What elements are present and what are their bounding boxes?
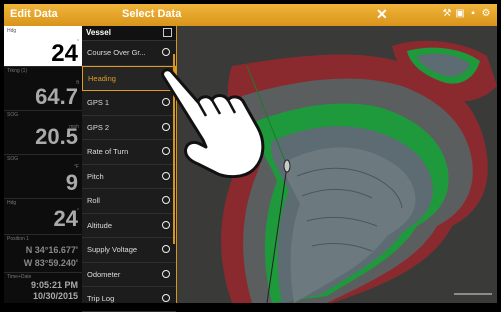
- data-cell-label: Position 1: [7, 236, 29, 242]
- data-cell-label: Hdg: [7, 200, 17, 206]
- data-cell-value: 9: [65, 170, 78, 195]
- menu-item-label: GPS 1: [87, 98, 110, 107]
- wrench-icon[interactable]: ▪: [468, 8, 478, 20]
- gear-icon[interactable]: ⚙: [481, 8, 491, 20]
- longitude-value: W 83°59.240': [23, 258, 78, 268]
- radio-icon[interactable]: [162, 269, 170, 278]
- edit-data-title: Edit Data: [10, 8, 58, 20]
- menu-item-label: Course Over Gr...: [87, 48, 146, 57]
- menu-item-label: Supply Voltage: [87, 245, 138, 254]
- data-cell-heading-selected[interactable]: Hdg ° 24: [4, 26, 82, 67]
- menu-item-roll[interactable]: Roll: [82, 189, 176, 214]
- data-cell-value: 20.5: [35, 124, 78, 149]
- data-cell-value: 24: [51, 40, 78, 67]
- radio-icon[interactable]: [162, 48, 170, 56]
- data-cell[interactable]: SOG °F 9: [4, 154, 82, 199]
- menu-title: Vessel: [86, 28, 111, 37]
- data-cell[interactable]: SOG mph 20.5: [4, 110, 82, 155]
- data-cell-label: Time+Date: [7, 274, 32, 280]
- radio-icon[interactable]: [162, 294, 170, 302]
- data-cell-value: 24: [53, 206, 78, 231]
- lock-icon[interactable]: ▣: [455, 8, 465, 20]
- expand-icon[interactable]: [163, 28, 172, 37]
- data-cell-label: SOG: [7, 156, 19, 162]
- data-cell-value: 64.7: [35, 84, 78, 109]
- tools-icon[interactable]: ⚒: [442, 8, 452, 20]
- data-cell[interactable]: Hdg ° 24: [4, 198, 82, 235]
- display-frame: Edit Data Select Data ✕ ⚒ ▣ ▪ ⚙ Hdg ° 24…: [0, 0, 501, 312]
- menu-item-label: Pitch: [87, 171, 104, 181]
- menu-item-label: Rate of Turn: [87, 147, 129, 156]
- menu-item-label: GPS 2: [87, 122, 110, 132]
- pointing-hand-icon: [161, 68, 265, 178]
- data-cell[interactable]: Trkng (1) ft 64.7: [4, 66, 82, 111]
- menu-item-course-over-ground[interactable]: Course Over Gr...: [82, 41, 176, 66]
- date-value: 10/30/2015: [32, 291, 78, 301]
- menu-item-supply-voltage[interactable]: Supply Voltage: [82, 238, 176, 263]
- radio-icon[interactable]: [162, 196, 170, 204]
- menu-item-label: Odometer: [87, 269, 121, 279]
- menu-item-label: Heading: [88, 73, 116, 83]
- menu-header: Vessel: [82, 26, 176, 41]
- data-cell-label: Trkng (1): [7, 68, 28, 74]
- menu-item-label: Roll: [87, 196, 100, 205]
- menu-item-trip-log[interactable]: Trip Log: [82, 287, 176, 312]
- top-bar: Edit Data Select Data ✕ ⚒ ▣ ▪ ⚙: [4, 4, 497, 26]
- data-cell-position[interactable]: Position 1 N 34°16.677' W 83°59.240': [4, 234, 82, 273]
- menu-item-altitude[interactable]: Altitude: [82, 214, 176, 238]
- select-data-title: Select Data: [122, 8, 182, 20]
- data-cell-label: Hdg: [7, 28, 17, 34]
- status-icons: ⚒ ▣ ▪ ⚙: [442, 8, 491, 20]
- latitude-value: N 34°16.677': [25, 245, 78, 255]
- radio-icon[interactable]: [162, 245, 170, 253]
- menu-item-label: Trip Log: [87, 294, 115, 303]
- close-icon[interactable]: ✕: [376, 6, 388, 23]
- data-cell-time[interactable]: Time+Date 9:05:21 PM 10/30/2015: [4, 272, 82, 303]
- data-cell-label: SOG: [7, 112, 19, 118]
- menu-item-label: Altitude: [87, 220, 113, 230]
- data-bar: Hdg ° 24 Trkng (1) ft 64.7 SOG mph 20.5 …: [4, 26, 82, 303]
- radio-icon[interactable]: [162, 220, 170, 229]
- time-value: 9:05:21 PM: [30, 280, 78, 290]
- menu-item-odometer[interactable]: Odometer: [82, 263, 176, 287]
